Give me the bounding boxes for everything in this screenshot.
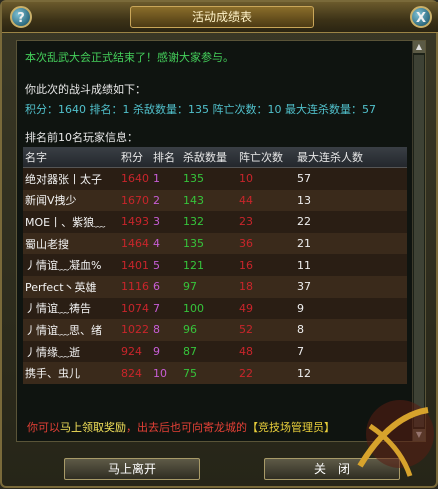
leave-now-button[interactable]: 马上离开 <box>64 458 200 480</box>
player-name: 丿情谊﹏祷告 <box>25 302 91 316</box>
player-score: 1493 <box>121 215 149 229</box>
player-deaths: 22 <box>239 366 253 380</box>
player-max-streak: 22 <box>297 215 311 229</box>
player-kills: 87 <box>183 345 197 359</box>
scroll-thumb[interactable] <box>414 55 424 427</box>
ranking-table: 名字 积分 排名 杀敌数量 阵亡次数 最大连杀人数 绝对器张丨太子 1640 1… <box>23 147 407 384</box>
your-stats: 积分：1640 排名：1 杀敌数量：135 阵亡次数：10 最大连杀数量：57 <box>25 103 376 116</box>
player-name: 丿情缘﹏逝 <box>25 345 80 359</box>
header-name: 名字 <box>23 147 119 168</box>
player-max-streak: 11 <box>297 258 311 272</box>
player-kills: 100 <box>183 301 204 315</box>
help-icon[interactable]: ? <box>10 6 32 28</box>
player-name: 丿情谊﹏凝血% <box>25 259 102 273</box>
player-rank: 5 <box>153 258 160 272</box>
table-row: 丿情谊﹏祷告 1074 7 100 49 9 <box>23 297 407 320</box>
player-score: 1670 <box>121 193 149 207</box>
player-rank: 10 <box>153 366 167 380</box>
reward-notice: 你可以马上领取奖励，出去后也可向寄龙城的【竞技场管理员】 <box>27 419 335 435</box>
results-panel: 本次乱武大会正式结束了！感谢大家参与。 你此次的战斗成绩如下： 积分：1640 … <box>16 40 426 442</box>
player-kills: 132 <box>183 215 204 229</box>
player-deaths: 16 <box>239 258 253 272</box>
player-deaths: 23 <box>239 215 253 229</box>
player-kills: 97 <box>183 280 197 294</box>
header-max-streak: 最大连杀人数 <box>295 147 407 168</box>
header-rank: 排名 <box>151 147 181 168</box>
player-score: 1640 <box>121 172 149 186</box>
player-score: 1464 <box>121 237 149 251</box>
player-name: 丿情谊﹏思、绪 <box>25 323 102 337</box>
player-max-streak: 21 <box>297 237 311 251</box>
player-score: 1401 <box>121 258 149 272</box>
player-rank: 6 <box>153 280 160 294</box>
player-score: 1074 <box>121 301 149 315</box>
top10-label: 排名前10名玩家信息： <box>25 131 138 144</box>
claim-reward-link[interactable]: 马上领取奖励 <box>60 421 126 434</box>
player-deaths: 44 <box>239 193 253 207</box>
header-deaths: 阵亡次数 <box>237 147 295 168</box>
player-deaths: 10 <box>239 172 253 186</box>
player-name: 绝对器张丨太子 <box>25 172 102 186</box>
player-name: 携手、虫儿 <box>25 367 80 381</box>
player-kills: 75 <box>183 366 197 380</box>
player-rank: 7 <box>153 301 160 315</box>
player-score: 1116 <box>121 280 149 294</box>
player-max-streak: 57 <box>297 172 311 186</box>
notice-text: ，出去后也可向寄龙城的 <box>126 421 247 434</box>
table-row: 新闻V拽少 1670 2 143 44 13 <box>23 189 407 212</box>
player-name: Perfect丶英雄 <box>25 280 97 294</box>
player-rank: 1 <box>153 172 160 186</box>
player-score: 1022 <box>121 323 149 337</box>
player-rank: 8 <box>153 323 160 337</box>
player-deaths: 18 <box>239 280 253 294</box>
player-name: MOE丨、紫狼﹏ <box>25 215 106 229</box>
player-kills: 135 <box>183 237 204 251</box>
table-row: 蜀山老搜 1464 4 135 36 21 <box>23 232 407 255</box>
player-max-streak: 13 <box>297 193 311 207</box>
window-title: 活动成绩表 <box>130 6 314 28</box>
scrollbar[interactable]: ▲ ▼ <box>412 41 425 441</box>
player-name: 新闻V拽少 <box>25 194 77 208</box>
ended-message: 本次乱武大会正式结束了！感谢大家参与。 <box>25 51 234 64</box>
table-header-row: 名字 积分 排名 杀敌数量 阵亡次数 最大连杀人数 <box>23 147 407 168</box>
player-name: 蜀山老搜 <box>25 237 69 251</box>
table-row: Perfect丶英雄 1116 6 97 18 37 <box>23 275 407 298</box>
table-row: 携手、虫儿 824 10 75 22 12 <box>23 362 407 384</box>
table-row: 丿情谊﹏思、绪 1022 8 96 52 8 <box>23 319 407 341</box>
player-deaths: 49 <box>239 301 253 315</box>
player-rank: 9 <box>153 345 160 359</box>
header-score: 积分 <box>119 147 151 168</box>
player-rank: 4 <box>153 237 160 251</box>
player-score: 824 <box>121 366 142 380</box>
game-logo <box>340 396 438 486</box>
player-max-streak: 9 <box>297 301 304 315</box>
notice-text: 你可以 <box>27 421 60 434</box>
player-max-streak: 37 <box>297 280 311 294</box>
scroll-up-icon[interactable]: ▲ <box>413 41 425 53</box>
player-max-streak: 8 <box>297 323 304 337</box>
table-row: 绝对器张丨太子 1640 1 135 10 57 <box>23 167 407 190</box>
player-rank: 3 <box>153 215 160 229</box>
activity-results-window: ? 活动成绩表 X 本次乱武大会正式结束了！感谢大家参与。 你此次的战斗成绩如下… <box>0 0 438 488</box>
player-max-streak: 7 <box>297 345 304 359</box>
player-kills: 143 <box>183 193 204 207</box>
table-row: MOE丨、紫狼﹏ 1493 3 132 23 22 <box>23 211 407 233</box>
header-kills: 杀敌数量 <box>181 147 237 168</box>
player-score: 924 <box>121 345 142 359</box>
player-max-streak: 12 <box>297 366 311 380</box>
player-deaths: 52 <box>239 323 253 337</box>
player-kills: 135 <box>183 172 204 186</box>
player-kills: 121 <box>183 258 204 272</box>
table-row: 丿情谊﹏凝血% 1401 5 121 16 11 <box>23 254 407 276</box>
player-deaths: 48 <box>239 345 253 359</box>
table-row: 丿情缘﹏逝 924 9 87 48 7 <box>23 340 407 363</box>
your-results-label: 你此次的战斗成绩如下： <box>25 83 146 96</box>
arena-manager-link[interactable]: 【竞技场管理员】 <box>247 421 335 434</box>
player-kills: 96 <box>183 323 197 337</box>
player-deaths: 36 <box>239 237 253 251</box>
close-icon[interactable]: X <box>410 6 432 28</box>
title-bar: ? 活动成绩表 X <box>2 2 438 33</box>
player-rank: 2 <box>153 193 160 207</box>
